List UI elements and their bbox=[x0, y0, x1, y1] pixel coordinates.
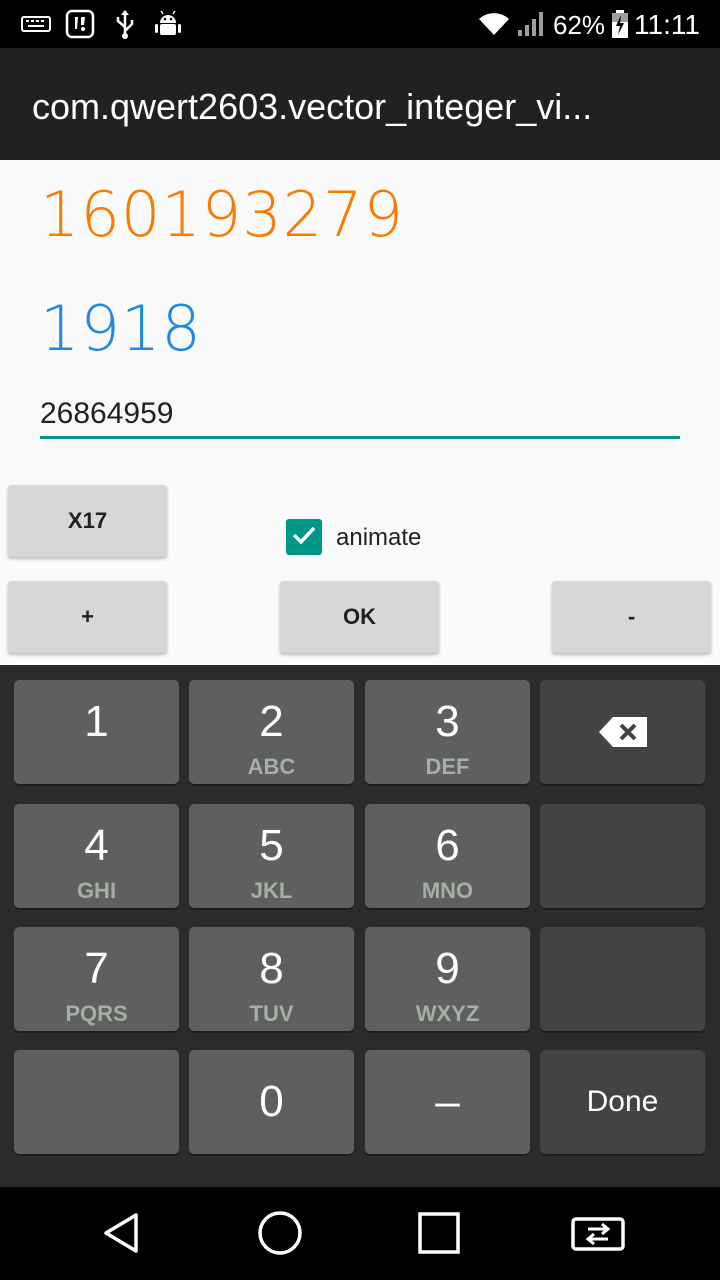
key-7[interactable]: 7 PQRS bbox=[14, 927, 179, 1031]
screen-switch-icon[interactable] bbox=[566, 1201, 630, 1265]
key-number: 9 bbox=[435, 944, 460, 993]
input-underline bbox=[40, 436, 680, 439]
battery-charging-icon bbox=[610, 8, 630, 40]
key-3[interactable]: 3 DEF bbox=[365, 680, 530, 784]
blank-key bbox=[540, 804, 705, 908]
key-letters: PQRS bbox=[65, 1001, 128, 1026]
keyboard-icon bbox=[20, 8, 52, 40]
key-letters: ABC bbox=[247, 754, 296, 779]
key-5[interactable]: 5 JKL bbox=[189, 804, 354, 908]
key-number: 4 bbox=[84, 821, 109, 870]
minus-button[interactable]: - bbox=[552, 581, 711, 653]
done-label: Done bbox=[586, 1085, 659, 1118]
key-letters: JKL bbox=[250, 878, 293, 903]
x17-button[interactable]: X17 bbox=[8, 485, 167, 557]
ok-button[interactable]: OK bbox=[280, 581, 439, 653]
blank-key bbox=[540, 927, 705, 1031]
signal-icon bbox=[515, 8, 547, 40]
key-0[interactable]: 0 bbox=[189, 1050, 354, 1154]
key-number: 6 bbox=[435, 821, 460, 870]
plus-button[interactable]: + bbox=[8, 581, 167, 653]
key-letters: GHI bbox=[76, 878, 117, 903]
key-1[interactable]: 1 bbox=[14, 680, 179, 784]
animate-checkbox[interactable] bbox=[286, 519, 322, 555]
backspace-key[interactable] bbox=[540, 680, 705, 784]
status-bar: 62% 11:11 bbox=[0, 0, 720, 48]
recents-icon[interactable] bbox=[407, 1201, 471, 1265]
key-number: 1 bbox=[84, 697, 109, 746]
navigation-bar bbox=[0, 1187, 720, 1280]
dash-label: – bbox=[435, 1077, 460, 1126]
big-number-display: 160193279 bbox=[40, 178, 405, 251]
home-icon[interactable] bbox=[248, 1201, 312, 1265]
key-9[interactable]: 9 WXYZ bbox=[365, 927, 530, 1031]
key-number: 7 bbox=[84, 944, 109, 993]
key-letters: MNO bbox=[421, 878, 474, 903]
dash-key[interactable]: – bbox=[365, 1050, 530, 1154]
key-2[interactable]: 2 ABC bbox=[189, 680, 354, 784]
number-input[interactable] bbox=[40, 392, 680, 436]
key-letters: TUV bbox=[249, 1001, 294, 1026]
back-icon[interactable] bbox=[90, 1201, 154, 1265]
android-debug-icon bbox=[152, 8, 184, 40]
key-number: 0 bbox=[259, 1077, 284, 1126]
checkmark-icon bbox=[290, 521, 318, 554]
key-4[interactable]: 4 GHI bbox=[14, 804, 179, 908]
numeric-keyboard: 1 2 ABC 3 DEF 4 GHI 5 JKL 6 MNO 7 PQRS 8… bbox=[0, 665, 720, 1187]
key-number: 3 bbox=[435, 697, 460, 746]
key-number: 2 bbox=[259, 697, 284, 746]
backspace-icon bbox=[540, 680, 705, 784]
key-number: 8 bbox=[259, 944, 284, 993]
blank-key bbox=[14, 1050, 179, 1154]
key-6[interactable]: 6 MNO bbox=[365, 804, 530, 908]
number-input-wrapper bbox=[40, 392, 680, 440]
app-title: com.qwert2603.vector_integer_vi... bbox=[32, 86, 593, 127]
clock: 11:11 bbox=[634, 9, 700, 40]
usb-icon bbox=[112, 8, 138, 40]
animate-label[interactable]: animate bbox=[336, 524, 421, 552]
key-letters: DEF bbox=[425, 754, 470, 779]
key-letters: WXYZ bbox=[415, 1001, 480, 1026]
done-key[interactable]: Done bbox=[540, 1050, 705, 1154]
battery-percent: 62% bbox=[553, 10, 606, 40]
key-8[interactable]: 8 TUV bbox=[189, 927, 354, 1031]
key-number: 5 bbox=[259, 821, 284, 870]
notification-badge-icon bbox=[64, 8, 96, 40]
mid-number-display: 1918 bbox=[40, 292, 202, 365]
wifi-icon bbox=[478, 8, 510, 40]
